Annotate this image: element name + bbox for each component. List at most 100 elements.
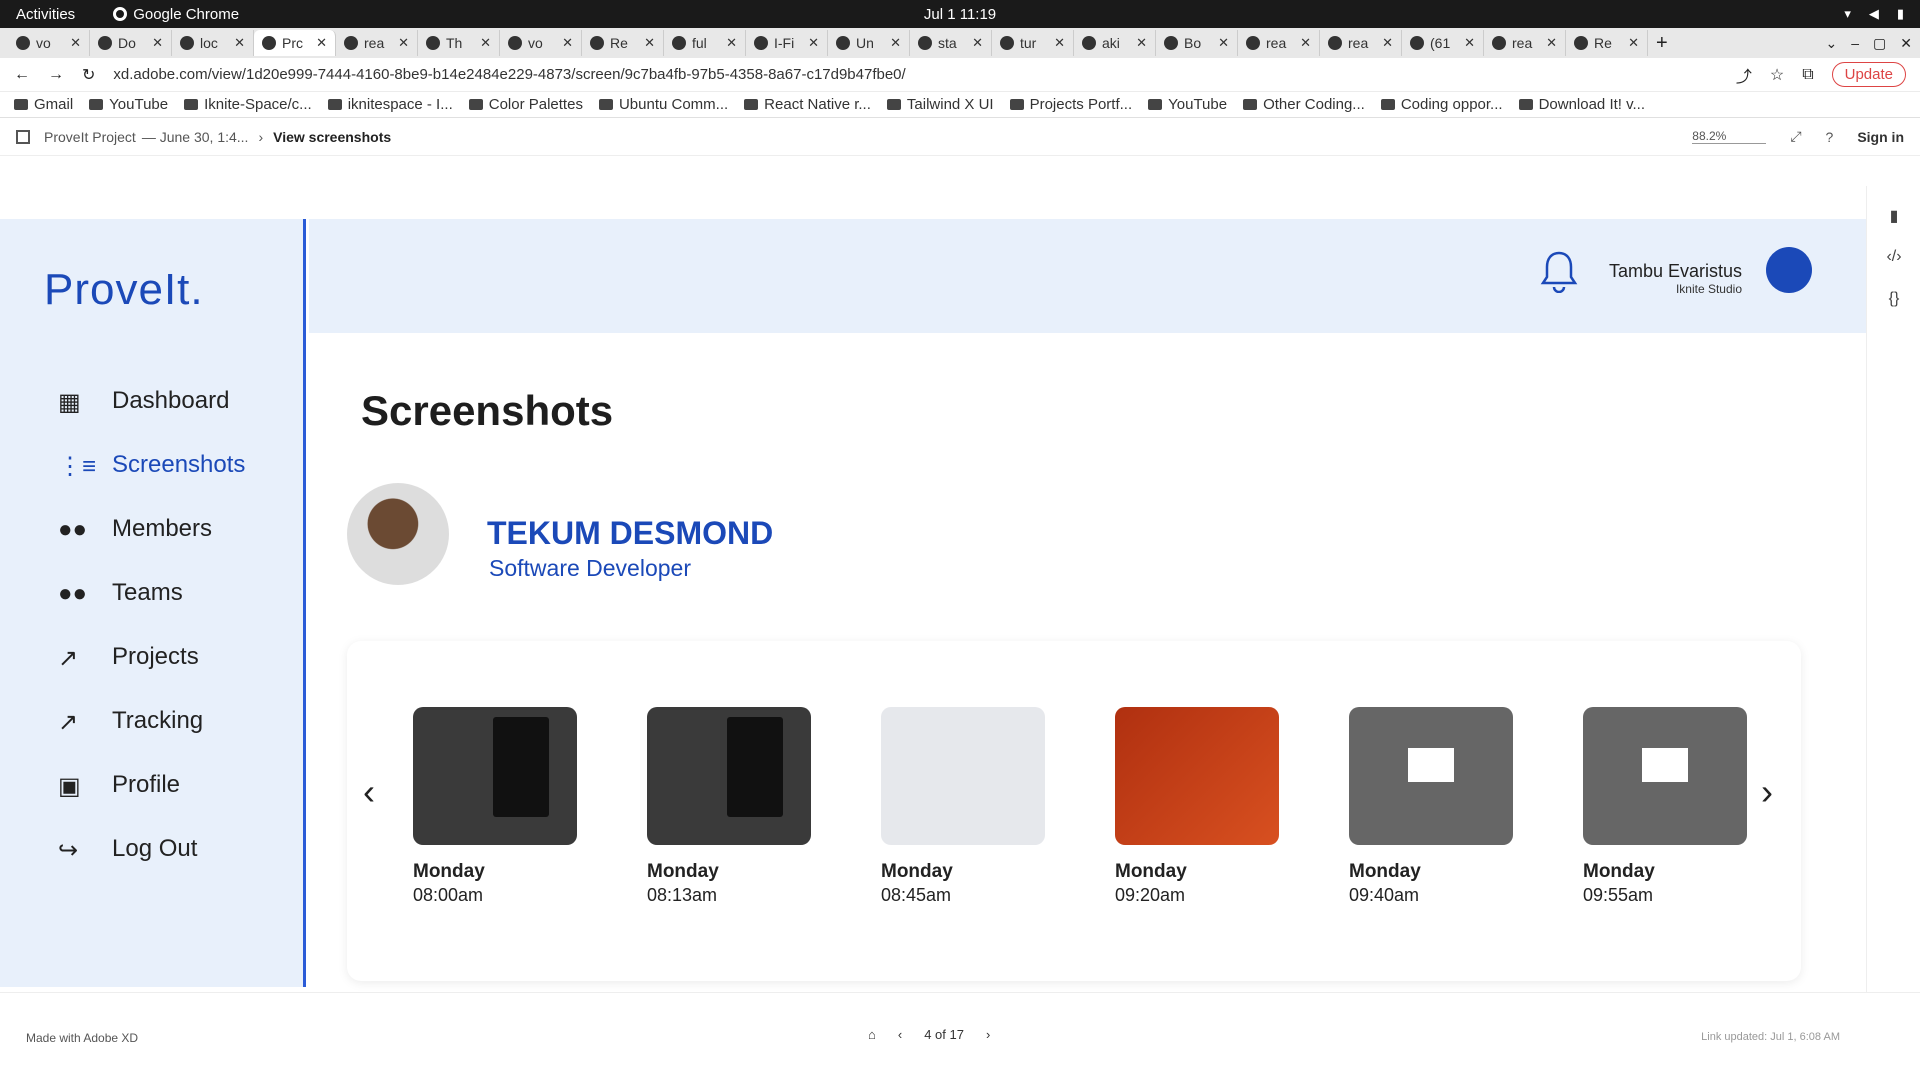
sidebar-item-profile[interactable]: ▣ Profile <box>58 753 245 817</box>
browser-tab[interactable]: rea ✕ <box>336 30 418 56</box>
browser-tab[interactable]: aki ✕ <box>1074 30 1156 56</box>
screenshot-item[interactable]: Monday 09:20am <box>1115 707 1279 906</box>
browser-tab[interactable]: tur ✕ <box>992 30 1074 56</box>
browser-tab[interactable]: Th ✕ <box>418 30 500 56</box>
bookmark-item[interactable]: Coding oppor... <box>1380 96 1503 113</box>
close-window-button[interactable]: ✕ <box>1900 35 1912 52</box>
user-avatar-icon[interactable] <box>1766 247 1812 293</box>
braces-icon[interactable]: {} <box>1885 290 1903 307</box>
help-icon[interactable]: ? <box>1826 129 1834 145</box>
next-screen-icon[interactable]: › <box>986 1027 990 1042</box>
screenshot-thumbnail[interactable] <box>1583 707 1747 845</box>
bookmark-item[interactable]: YouTube <box>89 96 168 113</box>
forward-icon[interactable]: → <box>48 66 64 84</box>
proveit-logo[interactable]: ProveIt. <box>44 265 204 315</box>
maximize-button[interactable]: ▢ <box>1873 35 1886 52</box>
bookmark-item[interactable]: Color Palettes <box>468 96 583 113</box>
browser-tab[interactable]: rea ✕ <box>1320 30 1402 56</box>
code-icon[interactable]: ‹/› <box>1885 248 1903 265</box>
bookmark-item[interactable]: React Native r... <box>744 96 871 113</box>
tab-close-icon[interactable]: ✕ <box>398 35 409 51</box>
tab-close-icon[interactable]: ✕ <box>70 35 81 51</box>
sidebar-item-projects[interactable]: ↗ Projects <box>58 625 245 689</box>
carousel-prev-icon[interactable]: ‹ <box>363 771 375 813</box>
home-icon[interactable]: ⌂ <box>868 1027 876 1042</box>
minimize-button[interactable]: – <box>1851 35 1859 52</box>
bookmark-item[interactable]: Iknite-Space/c... <box>184 96 312 113</box>
browser-tab[interactable]: Do ✕ <box>90 30 172 56</box>
comment-icon[interactable]: ▮ <box>1885 206 1903 225</box>
sidebar-item-screenshots[interactable]: ⋮≡ Screenshots <box>58 433 245 497</box>
bookmark-item[interactable]: Ubuntu Comm... <box>598 96 728 113</box>
sidebar-item-dashboard[interactable]: ▦ Dashboard <box>58 369 245 433</box>
tab-close-icon[interactable]: ✕ <box>1054 35 1065 51</box>
tab-close-icon[interactable]: ✕ <box>234 35 245 51</box>
browser-tab[interactable]: loc ✕ <box>172 30 254 56</box>
new-tab-button[interactable]: + <box>1656 32 1668 55</box>
screenshot-thumbnail[interactable] <box>1115 707 1279 845</box>
browser-tab[interactable]: rea ✕ <box>1484 30 1566 56</box>
back-icon[interactable]: ← <box>14 66 30 84</box>
browser-tab[interactable]: (61 ✕ <box>1402 30 1484 56</box>
tab-close-icon[interactable]: ✕ <box>1300 35 1311 51</box>
browser-tab[interactable]: ful ✕ <box>664 30 746 56</box>
tab-close-icon[interactable]: ✕ <box>152 35 163 51</box>
clock[interactable]: Jul 1 11:19 <box>924 6 996 23</box>
reload-icon[interactable]: ↻ <box>82 65 95 85</box>
screenshot-item[interactable]: Monday 08:45am <box>881 707 1045 906</box>
sidebar-item-log-out[interactable]: ↪ Log Out <box>58 817 245 881</box>
project-name[interactable]: ProveIt Project <box>44 129 136 145</box>
sidebar-item-tracking[interactable]: ↗ Tracking <box>58 689 245 753</box>
tab-close-icon[interactable]: ✕ <box>972 35 983 51</box>
tab-close-icon[interactable]: ✕ <box>562 35 573 51</box>
screenshot-thumbnail[interactable] <box>1349 707 1513 845</box>
tab-close-icon[interactable]: ✕ <box>1546 35 1557 51</box>
star-icon[interactable]: ☆ <box>1770 65 1784 85</box>
share-icon[interactable]: ⤴ <box>1736 63 1752 87</box>
sidebar-item-members[interactable]: ●● Members <box>58 497 245 561</box>
screenshot-item[interactable]: Monday 09:40am <box>1349 707 1513 906</box>
screenshot-thumbnail[interactable] <box>413 707 577 845</box>
bookmark-item[interactable]: Download It! v... <box>1518 96 1645 113</box>
browser-tab[interactable]: sta ✕ <box>910 30 992 56</box>
sign-in-link[interactable]: Sign in <box>1857 129 1904 145</box>
bookmark-item[interactable]: Gmail <box>14 96 73 113</box>
tab-close-icon[interactable]: ✕ <box>890 35 901 51</box>
tab-close-icon[interactable]: ✕ <box>644 35 655 51</box>
made-with-xd[interactable]: Made with Adobe XD <box>26 1031 138 1045</box>
bell-icon[interactable] <box>1540 249 1578 293</box>
grid-icon[interactable] <box>16 129 30 144</box>
tab-close-icon[interactable]: ✕ <box>480 35 491 51</box>
tab-search-icon[interactable]: ⌄ <box>1826 35 1838 52</box>
bookmark-item[interactable]: Projects Portf... <box>1009 96 1132 113</box>
bookmark-item[interactable]: iknitespace - I... <box>327 96 453 113</box>
tab-close-icon[interactable]: ✕ <box>316 35 327 51</box>
bookmark-item[interactable]: YouTube <box>1148 96 1227 113</box>
prev-screen-icon[interactable]: ‹ <box>898 1027 902 1042</box>
bookmark-item[interactable]: Tailwind X UI <box>886 96 994 113</box>
tab-close-icon[interactable]: ✕ <box>1218 35 1229 51</box>
bookmark-item[interactable]: Other Coding... <box>1243 96 1365 113</box>
browser-tab[interactable]: vo ✕ <box>8 30 90 56</box>
tab-close-icon[interactable]: ✕ <box>1382 35 1393 51</box>
fullscreen-icon[interactable]: ⤢ <box>1790 128 1801 145</box>
browser-tab[interactable]: rea ✕ <box>1238 30 1320 56</box>
screenshot-thumbnail[interactable] <box>881 707 1045 845</box>
screenshot-item[interactable]: Monday 08:00am <box>413 707 577 906</box>
tab-close-icon[interactable]: ✕ <box>726 35 737 51</box>
tab-close-icon[interactable]: ✕ <box>1464 35 1475 51</box>
app-menu[interactable]: Google Chrome <box>113 6 239 23</box>
extensions-icon[interactable]: ⧉ <box>1802 66 1813 84</box>
screenshot-item[interactable]: Monday 08:13am <box>647 707 811 906</box>
browser-tab[interactable]: Re ✕ <box>582 30 664 56</box>
url-input[interactable]: xd.adobe.com/view/1d20e999-7444-4160-8be… <box>113 66 1717 83</box>
browser-tab[interactable]: I-Fi ✕ <box>746 30 828 56</box>
browser-tab[interactable]: Re ✕ <box>1566 30 1648 56</box>
tab-close-icon[interactable]: ✕ <box>1136 35 1147 51</box>
screenshot-thumbnail[interactable] <box>647 707 811 845</box>
browser-tab[interactable]: Bo ✕ <box>1156 30 1238 56</box>
browser-tab[interactable]: vo ✕ <box>500 30 582 56</box>
sidebar-item-teams[interactable]: ●● Teams <box>58 561 245 625</box>
carousel-next-icon[interactable]: › <box>1761 771 1773 813</box>
tab-close-icon[interactable]: ✕ <box>808 35 819 51</box>
